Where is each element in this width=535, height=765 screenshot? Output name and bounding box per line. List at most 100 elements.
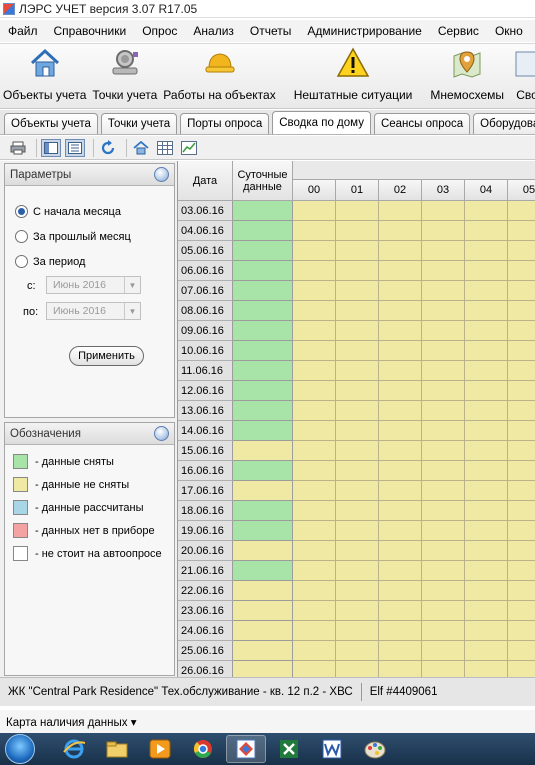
hour-status-cell[interactable] [508, 421, 535, 441]
hour-status-cell[interactable] [465, 541, 508, 561]
hour-status-cell[interactable] [293, 581, 336, 601]
hour-status-cell[interactable] [293, 361, 336, 381]
hour-status-cell[interactable] [465, 301, 508, 321]
radio-from-month-start[interactable]: С начала месяца [15, 205, 121, 218]
hour-status-cell[interactable] [422, 601, 465, 621]
hour-status-cell[interactable] [508, 281, 535, 301]
table-row[interactable]: 24.06.16 [178, 621, 535, 641]
tab-poll-ports[interactable]: Порты опроса [180, 113, 270, 134]
hour-status-cell[interactable] [465, 221, 508, 241]
hour-header[interactable]: 05 [508, 180, 535, 201]
mimic-diagrams-button[interactable]: Мнемосхемы [427, 44, 507, 108]
hour-status-cell[interactable] [422, 421, 465, 441]
daily-status-cell[interactable] [233, 641, 293, 661]
table-row[interactable]: 19.06.16 [178, 521, 535, 541]
hour-status-cell[interactable] [465, 261, 508, 281]
hour-status-cell[interactable] [465, 461, 508, 481]
hour-status-cell[interactable] [422, 381, 465, 401]
apply-button[interactable]: Применить [69, 346, 144, 366]
hour-status-cell[interactable] [379, 621, 422, 641]
hour-status-cell[interactable] [379, 601, 422, 621]
hour-status-cell[interactable] [508, 381, 535, 401]
hour-status-cell[interactable] [293, 401, 336, 421]
explorer-icon[interactable] [97, 735, 137, 763]
hour-status-cell[interactable] [465, 581, 508, 601]
table-row[interactable]: 22.06.16 [178, 581, 535, 601]
hour-status-cell[interactable] [508, 621, 535, 641]
daily-status-cell[interactable] [233, 521, 293, 541]
hour-status-cell[interactable] [293, 201, 336, 221]
menu-analysis[interactable]: Анализ [185, 24, 242, 38]
table-row[interactable]: 08.06.16 [178, 301, 535, 321]
hour-status-cell[interactable] [508, 441, 535, 461]
daily-status-cell[interactable] [233, 661, 293, 677]
hour-status-cell[interactable] [379, 501, 422, 521]
hour-status-cell[interactable] [336, 281, 379, 301]
meter-points-button[interactable]: Точки учета [89, 44, 160, 108]
hour-status-cell[interactable] [379, 361, 422, 381]
hour-status-cell[interactable] [379, 641, 422, 661]
word-icon[interactable] [312, 735, 352, 763]
table-row[interactable]: 25.06.16 [178, 641, 535, 661]
hour-status-cell[interactable] [422, 401, 465, 421]
radio-button[interactable] [15, 205, 28, 218]
home-icon[interactable] [131, 139, 151, 157]
hour-status-cell[interactable] [508, 521, 535, 541]
hour-status-cell[interactable] [508, 361, 535, 381]
hour-status-cell[interactable] [422, 501, 465, 521]
tab-objects[interactable]: Объекты учета [4, 113, 98, 134]
hour-status-cell[interactable] [422, 481, 465, 501]
hour-status-cell[interactable] [293, 641, 336, 661]
hour-status-cell[interactable] [422, 641, 465, 661]
hour-status-cell[interactable] [422, 441, 465, 461]
table-row[interactable]: 10.06.16 [178, 341, 535, 361]
hour-status-cell[interactable] [465, 621, 508, 641]
hour-status-cell[interactable] [336, 361, 379, 381]
hour-status-cell[interactable] [336, 601, 379, 621]
hour-status-cell[interactable] [465, 661, 508, 677]
hour-status-cell[interactable] [465, 561, 508, 581]
hour-status-cell[interactable] [508, 541, 535, 561]
hour-status-cell[interactable] [336, 261, 379, 281]
tab-poll-sessions[interactable]: Сеансы опроса [373, 113, 471, 134]
table-row[interactable]: 03.06.16 [178, 201, 535, 221]
hour-status-cell[interactable] [422, 301, 465, 321]
table-row[interactable]: 18.06.16 [178, 501, 535, 521]
table-row[interactable]: 12.06.16 [178, 381, 535, 401]
hour-status-cell[interactable] [336, 341, 379, 361]
hour-status-cell[interactable] [379, 421, 422, 441]
hour-status-cell[interactable] [293, 601, 336, 621]
hour-status-cell[interactable] [465, 201, 508, 221]
table-row[interactable]: 09.06.16 [178, 321, 535, 341]
hour-status-cell[interactable] [293, 321, 336, 341]
hour-status-cell[interactable] [422, 661, 465, 677]
daily-status-cell[interactable] [233, 201, 293, 221]
table-row[interactable]: 04.06.16 [178, 221, 535, 241]
menu-window[interactable]: Окно [487, 24, 531, 38]
hour-status-cell[interactable] [379, 561, 422, 581]
tab-house-summary[interactable]: Сводка по дому [272, 111, 371, 134]
hour-status-cell[interactable] [336, 581, 379, 601]
menu-file[interactable]: Файл [0, 24, 46, 38]
table-row[interactable]: 16.06.16 [178, 461, 535, 481]
radio-last-month[interactable]: За прошлый месяц [15, 230, 131, 243]
hour-status-cell[interactable] [422, 461, 465, 481]
paint-icon[interactable] [355, 735, 395, 763]
hour-status-cell[interactable] [422, 201, 465, 221]
hour-status-cell[interactable] [293, 461, 336, 481]
left-panel-toggle-icon[interactable] [41, 138, 61, 157]
collapse-params-icon[interactable] [154, 167, 169, 182]
hour-status-cell[interactable] [293, 301, 336, 321]
hour-status-cell[interactable] [293, 221, 336, 241]
table-row[interactable]: 23.06.16 [178, 601, 535, 621]
daily-status-cell[interactable] [233, 501, 293, 521]
hour-status-cell[interactable] [336, 621, 379, 641]
daily-status-cell[interactable] [233, 281, 293, 301]
hour-status-cell[interactable] [293, 661, 336, 677]
daily-status-cell[interactable] [233, 561, 293, 581]
hour-status-cell[interactable] [465, 641, 508, 661]
table-row[interactable]: 14.06.16 [178, 421, 535, 441]
start-button[interactable] [0, 733, 40, 765]
hour-status-cell[interactable] [508, 321, 535, 341]
hour-status-cell[interactable] [336, 301, 379, 321]
